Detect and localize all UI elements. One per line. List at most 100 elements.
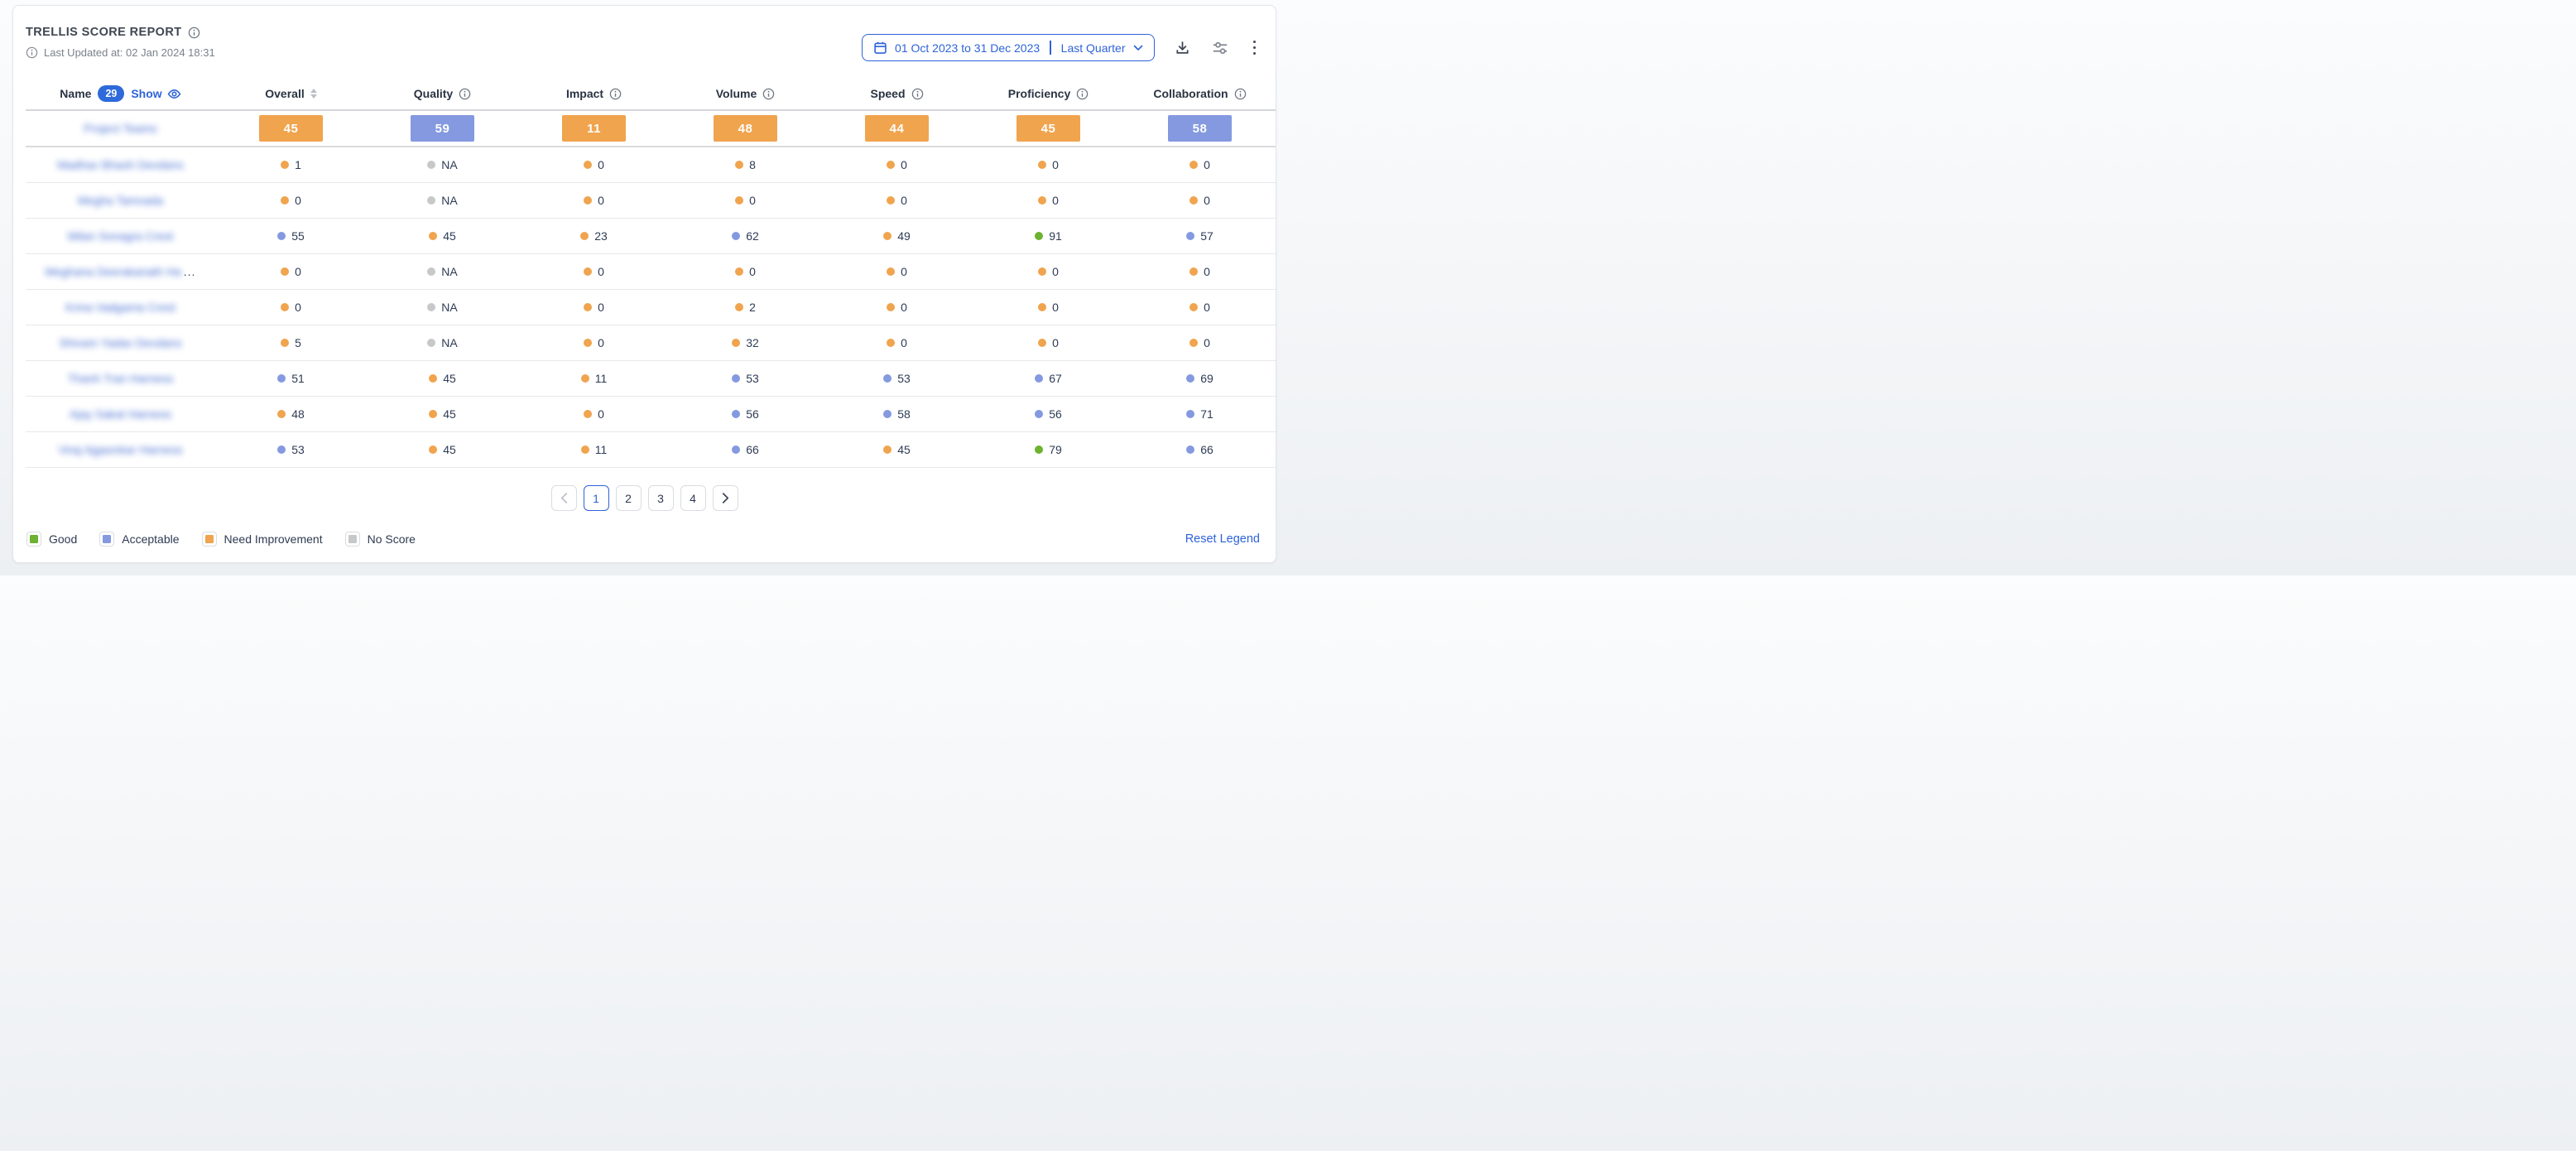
name-cell: Meghana Deerakanath Ha...	[26, 265, 215, 278]
kebab-menu-button[interactable]	[1248, 39, 1262, 57]
name-cell: Megha Tamvada	[26, 194, 215, 207]
score-value: 5	[295, 336, 301, 349]
score-value: 0	[1204, 336, 1210, 349]
name-cell: Shivam Yadav Devdans	[26, 336, 215, 349]
score-cell: 0	[215, 194, 367, 207]
score-value: 58	[897, 407, 911, 421]
legend-swatch-box	[99, 532, 114, 547]
member-name-link[interactable]: Krina Vadgama Crest	[65, 301, 175, 314]
title-info-icon[interactable]	[188, 26, 200, 39]
score-value: 0	[598, 265, 604, 278]
sort-icon[interactable]	[310, 89, 317, 99]
legend-swatch-box	[202, 532, 217, 547]
score-value: 0	[1052, 265, 1059, 278]
status-dot	[1035, 410, 1043, 418]
score-value: 45	[443, 407, 456, 421]
legend-item-no_score[interactable]: No Score	[345, 532, 416, 547]
score-cell: 11	[518, 443, 670, 456]
chevron-left-icon	[560, 493, 568, 503]
column-info-icon[interactable]	[1076, 88, 1089, 100]
last-updated-text: Last Updated at: 02 Jan 2024 18:31	[44, 46, 215, 59]
legend-item-acceptable[interactable]: Acceptable	[99, 532, 179, 547]
legend-item-good[interactable]: Good	[26, 532, 77, 547]
status-dot	[277, 374, 286, 383]
status-dot	[427, 161, 435, 169]
score-value: 56	[746, 407, 759, 421]
column-info-icon[interactable]	[459, 88, 471, 100]
score-cell: 71	[1124, 407, 1276, 421]
score-cell: 53	[821, 372, 973, 385]
score-cell: 0	[821, 301, 973, 314]
column-info-icon[interactable]	[609, 88, 622, 100]
score-cell: 45	[367, 407, 518, 421]
score-cell: 58	[1124, 115, 1276, 142]
status-dot	[732, 374, 740, 383]
score-value: 66	[1200, 443, 1214, 456]
column-header-overall[interactable]: Overall	[215, 87, 367, 100]
table-settings-button[interactable]	[1210, 38, 1230, 58]
column-info-icon[interactable]	[762, 88, 775, 100]
member-name-link[interactable]: Project Teams	[84, 122, 156, 135]
column-info-icon[interactable]	[911, 88, 924, 100]
column-header-name: Name 29 Show	[26, 85, 215, 102]
status-dot	[1038, 267, 1046, 276]
status-dot	[1189, 339, 1198, 347]
member-name-link[interactable]: Ajay Sakat Harness	[70, 407, 171, 421]
column-label: Speed	[870, 87, 905, 100]
column-info-icon[interactable]	[1234, 88, 1247, 100]
score-cell: 0	[518, 265, 670, 278]
status-dot	[429, 445, 437, 454]
score-cell: 0	[973, 194, 1124, 207]
show-names-link[interactable]: Show	[131, 87, 180, 101]
legend-item-need_improvement[interactable]: Need Improvement	[202, 532, 323, 547]
member-name-link[interactable]: Milan Sonagra Crest	[68, 229, 174, 243]
download-button[interactable]	[1173, 38, 1192, 57]
member-name-link[interactable]: Shivam Yadav Devdans	[59, 336, 181, 349]
pagination-page-3[interactable]: 3	[648, 485, 674, 511]
score-cell: 0	[670, 194, 821, 207]
status-dot	[1186, 445, 1194, 454]
score-value: 45	[897, 443, 911, 456]
legend-bar: Good Acceptable Need Improvement No Score R…	[13, 524, 1276, 562]
score-cell: 0	[821, 265, 973, 278]
score-value: 66	[746, 443, 759, 456]
title-block: TRELLIS SCORE REPORT Last Updated at: 02…	[26, 26, 215, 59]
pagination-page-1[interactable]: 1	[584, 485, 609, 511]
table-row: Ajay Sakat Harness4845056585671	[26, 397, 1276, 432]
score-value: 0	[901, 194, 907, 207]
card-header: TRELLIS SCORE REPORT Last Updated at: 02…	[13, 6, 1276, 61]
score-value: 49	[897, 229, 911, 243]
member-name-link[interactable]: Meghana Deerakanath Ha	[46, 265, 181, 278]
date-range-picker[interactable]: 01 Oct 2023 to 31 Dec 2023 Last Quarter	[862, 34, 1154, 61]
status-dot	[584, 303, 592, 311]
score-cell: 0	[670, 265, 821, 278]
score-value: 0	[1052, 301, 1059, 314]
status-dot	[427, 303, 435, 311]
pagination: 1234	[13, 485, 1276, 511]
member-name-link[interactable]: Thanh Tran Harness	[68, 372, 174, 385]
pagination-prev-button[interactable]	[551, 485, 577, 511]
member-name-link[interactable]: Megha Tamvada	[78, 194, 163, 207]
member-name-link[interactable]: Viraj Ajgaonkar Harness	[59, 443, 183, 456]
score-value: 53	[291, 443, 305, 456]
legend-swatch	[205, 535, 214, 543]
status-dot	[1189, 161, 1198, 169]
reset-legend-link[interactable]: Reset Legend	[1185, 532, 1260, 546]
score-cell: 1	[215, 158, 367, 171]
status-dot	[277, 445, 286, 454]
score-cell: 0	[1124, 336, 1276, 349]
score-value: 0	[1204, 194, 1210, 207]
legend-swatch	[103, 535, 111, 543]
pagination-next-button[interactable]	[713, 485, 738, 511]
pagination-page-4[interactable]: 4	[680, 485, 706, 511]
name-cell: Milan Sonagra Crest	[26, 229, 215, 243]
status-dot	[1038, 303, 1046, 311]
score-value: 53	[897, 372, 911, 385]
score-cell: 0	[1124, 301, 1276, 314]
score-cell: 57	[1124, 229, 1276, 243]
member-name-link[interactable]: Madhav Bhash Devdans	[57, 158, 184, 171]
pagination-page-2[interactable]: 2	[616, 485, 642, 511]
score-cell: 48	[670, 115, 821, 142]
score-value: 0	[1204, 158, 1210, 171]
last-updated-info-icon[interactable]	[26, 46, 38, 59]
